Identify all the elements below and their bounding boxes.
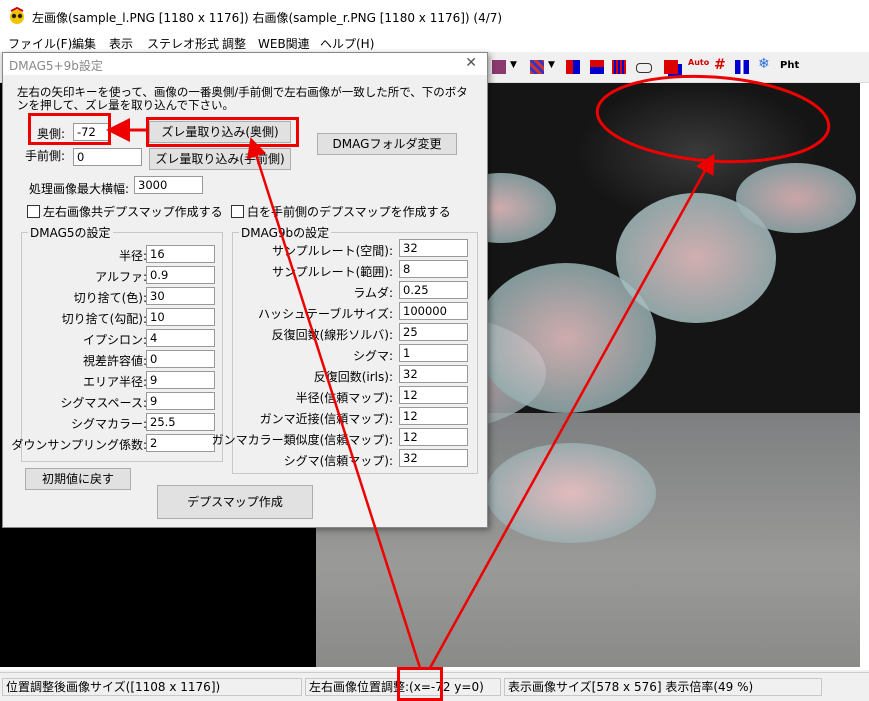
annotation-arrow-to-button	[247, 137, 422, 669]
annotation-ellipse	[595, 74, 831, 164]
annotation-arrow-to-ellipse	[428, 153, 715, 669]
annotation-overlay	[106, 74, 831, 669]
